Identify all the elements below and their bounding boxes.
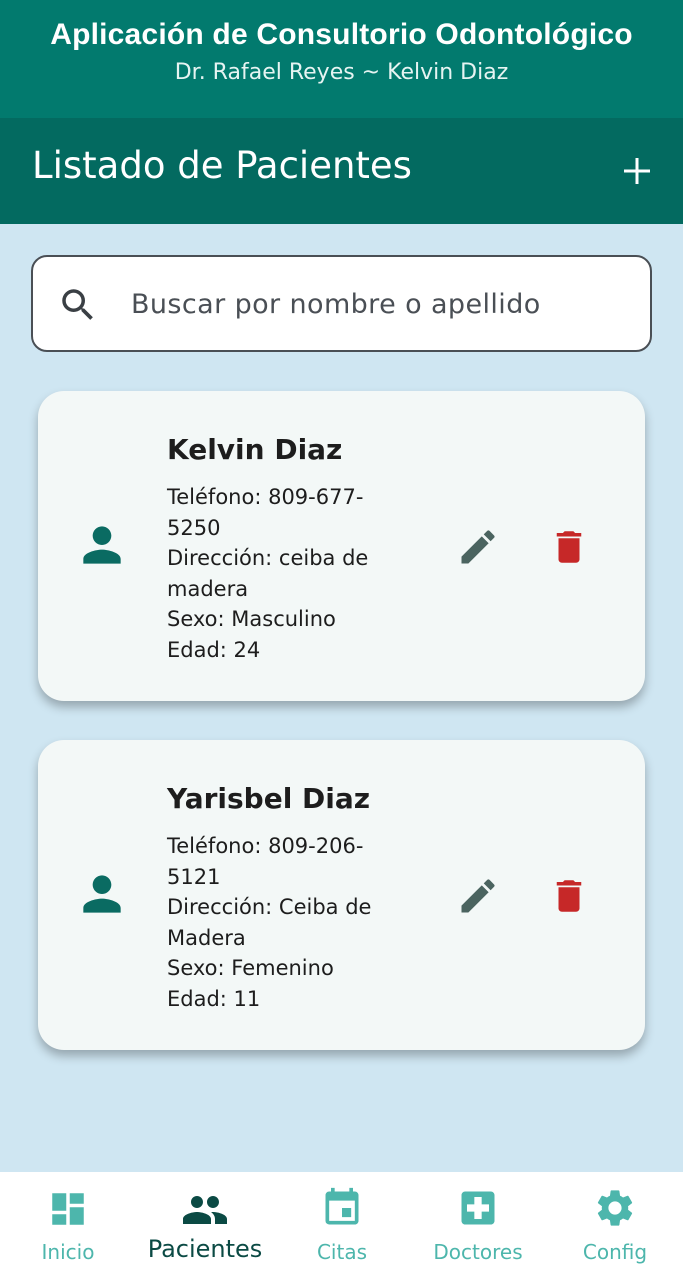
nav-item-citas[interactable]: Citas [292, 1172, 392, 1280]
patient-address: Dirección: ceiba de madera [167, 546, 369, 601]
search-icon [62, 289, 93, 320]
bottom-nav: Inicio Pacientes Citas Doctores Config [0, 1172, 683, 1280]
nav-label: Citas [316, 1240, 368, 1264]
patient-name: Yarisbel Diaz [167, 782, 371, 815]
search-input[interactable] [131, 281, 631, 327]
nav-label: Config [582, 1240, 648, 1264]
patient-phone: Teléfono: 809-677-5250 [167, 485, 364, 540]
toolbar: Listado de Pacientes [0, 118, 683, 224]
person-icon [83, 875, 121, 913]
gear-icon [597, 1190, 633, 1226]
nav-item-inicio[interactable]: Inicio [18, 1172, 118, 1280]
nav-item-pacientes[interactable]: Pacientes [135, 1172, 275, 1280]
delete-icon[interactable] [548, 874, 590, 918]
nav-label: Inicio [41, 1240, 95, 1264]
app-header: Aplicación de Consultorio Odontológico D… [0, 0, 683, 118]
patient-name: Kelvin Diaz [167, 433, 343, 466]
patient-details: Teléfono: 809-206-5121 Dirección: Ceiba … [167, 831, 407, 1014]
edit-icon[interactable] [456, 874, 500, 918]
patient-sex: Sexo: Femenino [167, 956, 334, 980]
calendar-icon [325, 1187, 359, 1225]
patient-card: Yarisbel Diaz Teléfono: 809-206-5121 Dir… [38, 740, 645, 1050]
app-subtitle: Dr. Rafael Reyes ~ Kelvin Diaz [174, 60, 509, 85]
patient-address: Dirección: Ceiba de Madera [167, 895, 372, 950]
patient-age: Edad: 11 [167, 986, 261, 1011]
patient-phone: Teléfono: 809-206-5121 [167, 834, 364, 889]
search-field[interactable] [31, 255, 652, 352]
patient-age: Edad: 24 [167, 637, 261, 662]
nav-label: Pacientes [147, 1235, 263, 1263]
person-icon [83, 526, 121, 564]
app-title: Aplicación de Consultorio Odontológico [50, 18, 633, 51]
nav-item-config[interactable]: Config [565, 1172, 665, 1280]
people-icon [183, 1196, 227, 1224]
medical-cross-icon [461, 1191, 495, 1225]
plus-icon [624, 158, 650, 184]
nav-item-doctores[interactable]: Doctores [418, 1172, 538, 1280]
dashboard-icon [52, 1193, 84, 1225]
patient-details: Teléfono: 809-677-5250 Dirección: ceiba … [167, 482, 407, 665]
edit-icon[interactable] [456, 525, 500, 569]
delete-icon[interactable] [548, 525, 590, 569]
patient-sex: Sexo: Masculino [167, 607, 336, 631]
patient-card: Kelvin Diaz Teléfono: 809-677-5250 Direc… [38, 391, 645, 701]
nav-label: Doctores [433, 1240, 523, 1264]
add-patient-button[interactable] [612, 146, 662, 196]
page-title: Listado de Pacientes [32, 144, 412, 187]
